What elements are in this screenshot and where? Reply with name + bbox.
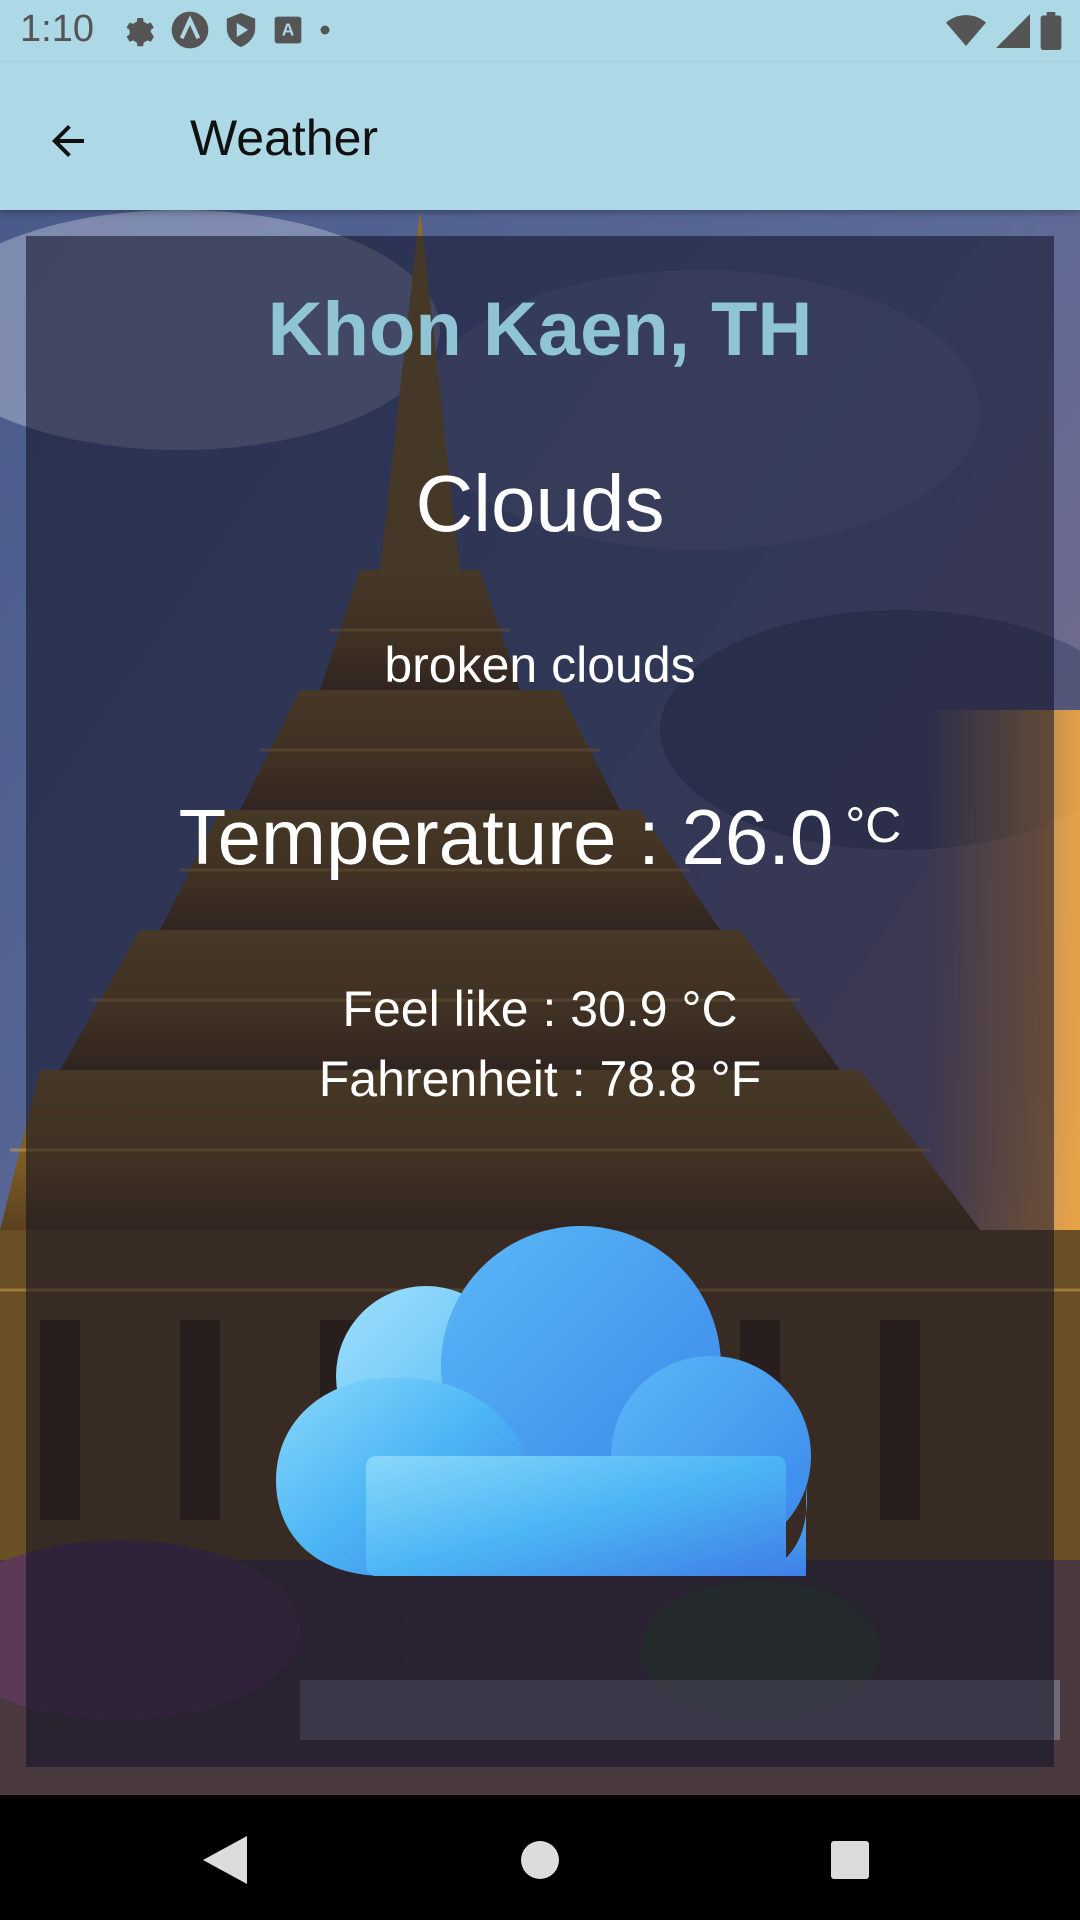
back-triangle-icon bbox=[203, 1836, 247, 1884]
weather-card: Khon Kaen, TH Clouds broken clouds Tempe… bbox=[26, 236, 1054, 1767]
status-time: 1:10 bbox=[20, 8, 94, 50]
temperature-value: Temperature : 26.0 bbox=[178, 793, 834, 881]
settings-icon bbox=[126, 18, 154, 47]
weather-screen: 1:10 A Weather Khon Kaen, TH Clouds brok… bbox=[0, 0, 1080, 1920]
system-nav-bar bbox=[0, 1795, 1080, 1920]
city-name: Khon Kaen, TH bbox=[267, 287, 813, 372]
back-button[interactable] bbox=[28, 101, 108, 181]
nav-recents-button[interactable] bbox=[815, 1825, 885, 1895]
shield-play-icon bbox=[226, 13, 256, 47]
page-title: Weather bbox=[190, 110, 379, 166]
status-bar: 1:10 A bbox=[0, 0, 1080, 63]
font-a-icon: A bbox=[274, 16, 302, 44]
wifi-icon bbox=[946, 15, 986, 46]
temperature-row: Temperature : 26.0 °C bbox=[26, 792, 1054, 883]
feels-like-text: Feel like : 30.9 °C bbox=[342, 981, 738, 1037]
weather-description: broken clouds bbox=[384, 637, 696, 693]
feels-block: Feel like : 30.9 °C Fahrenheit : 78.8 °F bbox=[26, 974, 1054, 1114]
app-a-icon bbox=[171, 11, 209, 49]
home-circle-icon bbox=[521, 1841, 559, 1879]
weather-main: Clouds bbox=[415, 459, 665, 548]
recents-square-icon bbox=[831, 1841, 869, 1879]
nav-back-button[interactable] bbox=[190, 1825, 260, 1895]
app-bar: Weather bbox=[0, 63, 1080, 210]
fahrenheit-text: Fahrenheit : 78.8 °F bbox=[318, 1051, 762, 1107]
status-icons-left: A bbox=[120, 10, 332, 50]
battery-icon bbox=[1040, 12, 1062, 50]
arrow-back-icon bbox=[52, 125, 84, 157]
svg-text:A: A bbox=[282, 19, 295, 39]
dot-icon bbox=[320, 25, 330, 35]
nav-home-button[interactable] bbox=[505, 1825, 575, 1895]
cloud-icon bbox=[276, 1226, 811, 1576]
temperature-unit: °C bbox=[845, 797, 902, 853]
status-icons-right bbox=[946, 12, 1062, 50]
signal-icon bbox=[996, 14, 1030, 48]
